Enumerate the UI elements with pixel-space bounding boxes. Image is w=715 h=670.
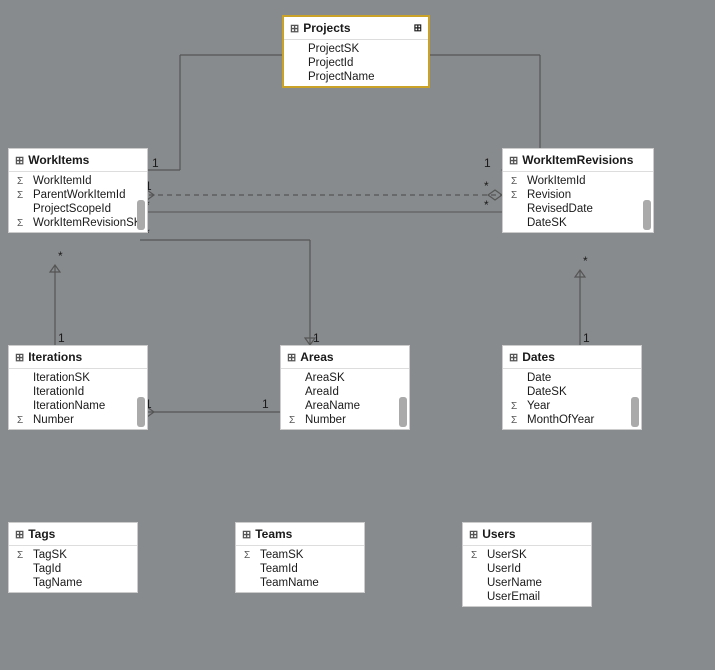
- wir-scrollbar[interactable]: [643, 200, 651, 230]
- field-iter-iterationname: IterationName: [9, 399, 147, 413]
- field-dates-datesk: DateSK: [503, 385, 641, 399]
- dates-scrollbar[interactable]: [631, 397, 639, 427]
- field-wi-workitemrevisionsk: Σ WorkItemRevisionSK: [9, 216, 147, 230]
- workitems-scrollbar[interactable]: [137, 200, 145, 230]
- field-dates-year: Σ Year: [503, 399, 641, 413]
- field-areas-areask: AreaSK: [281, 371, 409, 385]
- svg-text:1: 1: [484, 156, 491, 170]
- field-areas-number: Σ Number: [281, 413, 409, 427]
- field-iter-iterationsk: IterationSK: [9, 371, 147, 385]
- table-users-body: Σ UserSK UserId UserName UserEmail: [463, 546, 591, 606]
- table-areas[interactable]: ⊞ Areas AreaSK AreaId AreaName Σ Number: [280, 345, 410, 430]
- table-dates[interactable]: ⊞ Dates Date DateSK Σ Year Σ MonthOfYear: [502, 345, 642, 430]
- svg-text:*: *: [583, 254, 588, 268]
- table-users-title: Users: [482, 527, 515, 541]
- table-iterations[interactable]: ⊞ Iterations IterationSK IterationId Ite…: [8, 345, 148, 430]
- table-icon-wir: ⊞: [509, 154, 518, 167]
- field-projectid: ProjectId: [284, 56, 428, 70]
- table-areas-title: Areas: [300, 350, 333, 364]
- field-users-username: UserName: [463, 576, 591, 590]
- table-workitems-title: WorkItems: [28, 153, 89, 167]
- field-teams-teamid: TeamId: [236, 562, 364, 576]
- table-teams-title: Teams: [255, 527, 292, 541]
- svg-text:1: 1: [583, 331, 590, 345]
- table-workitems-header: ⊞ WorkItems: [9, 149, 147, 172]
- field-wi-workitemid: Σ WorkItemId: [9, 174, 147, 188]
- table-projects-title: Projects: [303, 21, 350, 35]
- table-users[interactable]: ⊞ Users Σ UserSK UserId UserName UserEma…: [462, 522, 592, 607]
- table-icon-dates: ⊞: [509, 351, 518, 364]
- table-iter-body: IterationSK IterationId IterationName Σ …: [9, 369, 147, 429]
- iter-scrollbar[interactable]: [137, 397, 145, 427]
- table-projects[interactable]: ⊞ Projects ⊞ ProjectSK ProjectId Project…: [282, 15, 430, 88]
- table-icon-teams: ⊞: [242, 528, 251, 541]
- field-tags-tagname: TagName: [9, 576, 137, 590]
- field-wi-parentworkitemid: Σ ParentWorkItemId: [9, 188, 147, 202]
- svg-text:1: 1: [313, 331, 320, 345]
- table-tags-body: Σ TagSK TagId TagName: [9, 546, 137, 592]
- table-tags-title: Tags: [28, 527, 55, 541]
- field-wi-projectscopeid: ProjectScopeId: [9, 202, 147, 216]
- field-users-usersk: Σ UserSK: [463, 548, 591, 562]
- field-iter-number: Σ Number: [9, 413, 147, 427]
- field-areas-areaid: AreaId: [281, 385, 409, 399]
- field-projectname: ProjectName: [284, 70, 428, 84]
- field-tags-tagid: TagId: [9, 562, 137, 576]
- field-dates-monthofyear: Σ MonthOfYear: [503, 413, 641, 427]
- field-users-userid: UserId: [463, 562, 591, 576]
- table-workitems-body: Σ WorkItemId Σ ParentWorkItemId ProjectS…: [9, 172, 147, 232]
- field-areas-areaname: AreaName: [281, 399, 409, 413]
- table-iter-header: ⊞ Iterations: [9, 346, 147, 369]
- table-dates-body: Date DateSK Σ Year Σ MonthOfYear: [503, 369, 641, 429]
- table-icon-users: ⊞: [469, 528, 478, 541]
- table-icon-areas: ⊞: [287, 351, 296, 364]
- field-iter-iterationid: IterationId: [9, 385, 147, 399]
- table-teams-body: Σ TeamSK TeamId TeamName: [236, 546, 364, 592]
- field-teams-teamname: TeamName: [236, 576, 364, 590]
- table-icon-tags: ⊞: [15, 528, 24, 541]
- field-wir-reviseddate: RevisedDate: [503, 202, 653, 216]
- table-areas-body: AreaSK AreaId AreaName Σ Number: [281, 369, 409, 429]
- table-wir-header: ⊞ WorkItemRevisions: [503, 149, 653, 172]
- table-users-header: ⊞ Users: [463, 523, 591, 546]
- table-iter-title: Iterations: [28, 350, 82, 364]
- field-users-useremail: UserEmail: [463, 590, 591, 604]
- table-projects-expand[interactable]: ⊞: [414, 23, 422, 34]
- table-teams-header: ⊞ Teams: [236, 523, 364, 546]
- svg-text:1: 1: [152, 156, 159, 170]
- svg-text:*: *: [58, 249, 63, 263]
- table-workitemrevisions[interactable]: ⊞ WorkItemRevisions Σ WorkItemId Σ Revis…: [502, 148, 654, 233]
- table-projects-body: ProjectSK ProjectId ProjectName: [284, 40, 428, 86]
- table-areas-header: ⊞ Areas: [281, 346, 409, 369]
- field-wir-datesk: DateSK: [503, 216, 653, 230]
- table-icon-wi: ⊞: [15, 154, 24, 167]
- table-projects-header: ⊞ Projects ⊞: [284, 17, 428, 40]
- diagram-canvas: 1 1 1 1 1 * * * * 1 * 1 * 1: [0, 0, 715, 670]
- svg-text:*: *: [484, 198, 489, 212]
- table-dates-title: Dates: [522, 350, 555, 364]
- table-tags[interactable]: ⊞ Tags Σ TagSK TagId TagName: [8, 522, 138, 593]
- table-icon-iter: ⊞: [15, 351, 24, 364]
- field-wir-revision: Σ Revision: [503, 188, 653, 202]
- table-icon: ⊞: [290, 22, 299, 35]
- table-tags-header: ⊞ Tags: [9, 523, 137, 546]
- table-wir-body: Σ WorkItemId Σ Revision RevisedDate Date…: [503, 172, 653, 232]
- svg-text:1: 1: [262, 397, 269, 411]
- field-dates-date: Date: [503, 371, 641, 385]
- svg-text:1: 1: [58, 331, 65, 345]
- areas-scrollbar[interactable]: [399, 397, 407, 427]
- table-teams[interactable]: ⊞ Teams Σ TeamSK TeamId TeamName: [235, 522, 365, 593]
- field-wir-workitemid: Σ WorkItemId: [503, 174, 653, 188]
- table-workitems[interactable]: ⊞ WorkItems Σ WorkItemId Σ ParentWorkIte…: [8, 148, 148, 233]
- field-projectsk: ProjectSK: [284, 42, 428, 56]
- field-teams-teamsk: Σ TeamSK: [236, 548, 364, 562]
- svg-text:*: *: [484, 179, 489, 193]
- table-wir-title: WorkItemRevisions: [522, 153, 633, 167]
- field-tags-tagsk: Σ TagSK: [9, 548, 137, 562]
- table-dates-header: ⊞ Dates: [503, 346, 641, 369]
